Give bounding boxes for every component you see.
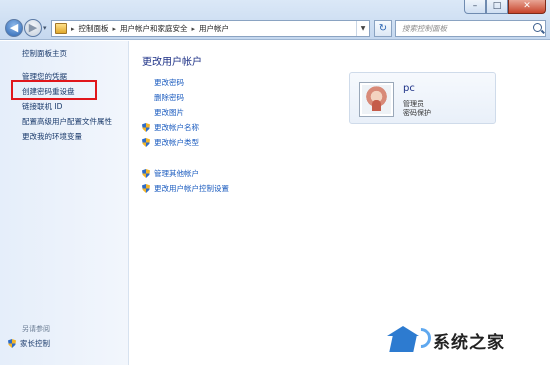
- link-label: 管理其他帐户: [154, 169, 199, 178]
- back-button[interactable]: ◀: [5, 19, 23, 37]
- forward-button[interactable]: ▶: [24, 19, 42, 37]
- address-bar[interactable]: ▸ 控制面板 ▸ 用户帐户和家庭安全 ▸ 用户帐户 ▼: [51, 20, 370, 37]
- sidebar-item-advanced-profile-properties[interactable]: 配置高级用户配置文件属性: [22, 116, 112, 127]
- user-picture-icon: [362, 85, 391, 114]
- user-name: pc: [403, 83, 415, 94]
- forward-arrow-icon: ▶: [28, 21, 38, 34]
- sidebar-item-link-online-id[interactable]: 链接联机 ID: [22, 101, 62, 112]
- page-title: 更改用户帐户: [142, 57, 202, 68]
- maximize-button[interactable]: □: [486, 0, 508, 14]
- breadcrumb-separator[interactable]: ▸: [113, 25, 117, 33]
- link-label: 更改帐户名称: [154, 123, 199, 132]
- recent-pages-dropdown[interactable]: ▾: [43, 24, 47, 32]
- address-dropdown-button[interactable]: ▼: [356, 21, 369, 36]
- uac-shield-icon: [142, 138, 150, 147]
- parental-controls-label: 家长控制: [20, 339, 50, 348]
- uac-settings-link[interactable]: 更改用户帐户控制设置: [142, 183, 229, 194]
- breadcrumb-control-panel[interactable]: 控制面板: [79, 23, 109, 34]
- watermark-text: 系统之家: [433, 332, 505, 353]
- back-arrow-icon: ◀: [9, 21, 19, 34]
- refresh-button[interactable]: ↻: [374, 20, 392, 37]
- uac-shield-icon: [142, 123, 150, 132]
- link-label: 更改图片: [154, 108, 184, 117]
- user-account-card: pc 管理员 密码保护: [349, 72, 496, 124]
- site-watermark: 系统之家: [381, 322, 505, 358]
- window-controls: – □ ✕: [464, 0, 546, 14]
- uac-shield-icon: [142, 184, 150, 193]
- search-input[interactable]: [396, 21, 526, 36]
- breadcrumb-user-accounts[interactable]: 用户帐户: [199, 23, 229, 34]
- remove-password-link[interactable]: 删除密码: [154, 92, 184, 103]
- uac-shield-icon: [142, 169, 150, 178]
- manage-other-accounts-link[interactable]: 管理其他帐户: [142, 168, 199, 179]
- link-label: 删除密码: [154, 93, 184, 102]
- change-password-link[interactable]: 更改密码: [154, 77, 184, 88]
- avatar[interactable]: [359, 82, 394, 117]
- user-password-status: 密码保护: [403, 109, 431, 117]
- link-label: 更改用户帐户控制设置: [154, 184, 229, 193]
- link-label: 更改密码: [154, 78, 184, 87]
- sidebar-item-environment-variables[interactable]: 更改我的环境变量: [22, 131, 82, 142]
- refresh-icon: ↻: [378, 23, 388, 34]
- parental-controls-link[interactable]: 家长控制: [8, 338, 50, 349]
- see-also-heading: 另请参阅: [22, 325, 50, 333]
- close-button[interactable]: ✕: [508, 0, 546, 14]
- change-picture-link[interactable]: 更改图片: [154, 107, 184, 118]
- sidebar-item-control-panel-home[interactable]: 控制面板主页: [22, 48, 67, 59]
- search-icon[interactable]: [533, 23, 542, 32]
- search-box[interactable]: [395, 20, 546, 37]
- breadcrumb-user-accounts-family-safety[interactable]: 用户帐户和家庭安全: [120, 23, 188, 34]
- window-titlebar: – □ ✕ ◀ ▶ ▾ ▸ 控制面板 ▸ 用户帐户和家庭安全 ▸ 用户帐户 ▼ …: [0, 0, 550, 40]
- house-logo-icon: [381, 322, 436, 358]
- change-account-name-link[interactable]: 更改帐户名称: [142, 122, 199, 133]
- highlight-annotation-box: [11, 80, 97, 100]
- breadcrumb-separator[interactable]: ▸: [192, 25, 196, 33]
- control-panel-icon: [55, 23, 67, 34]
- change-account-type-link[interactable]: 更改帐户类型: [142, 137, 199, 148]
- minimize-button[interactable]: –: [464, 0, 486, 14]
- breadcrumb-separator: ▸: [71, 24, 75, 33]
- link-label: 更改帐户类型: [154, 138, 199, 147]
- uac-shield-icon: [8, 339, 16, 348]
